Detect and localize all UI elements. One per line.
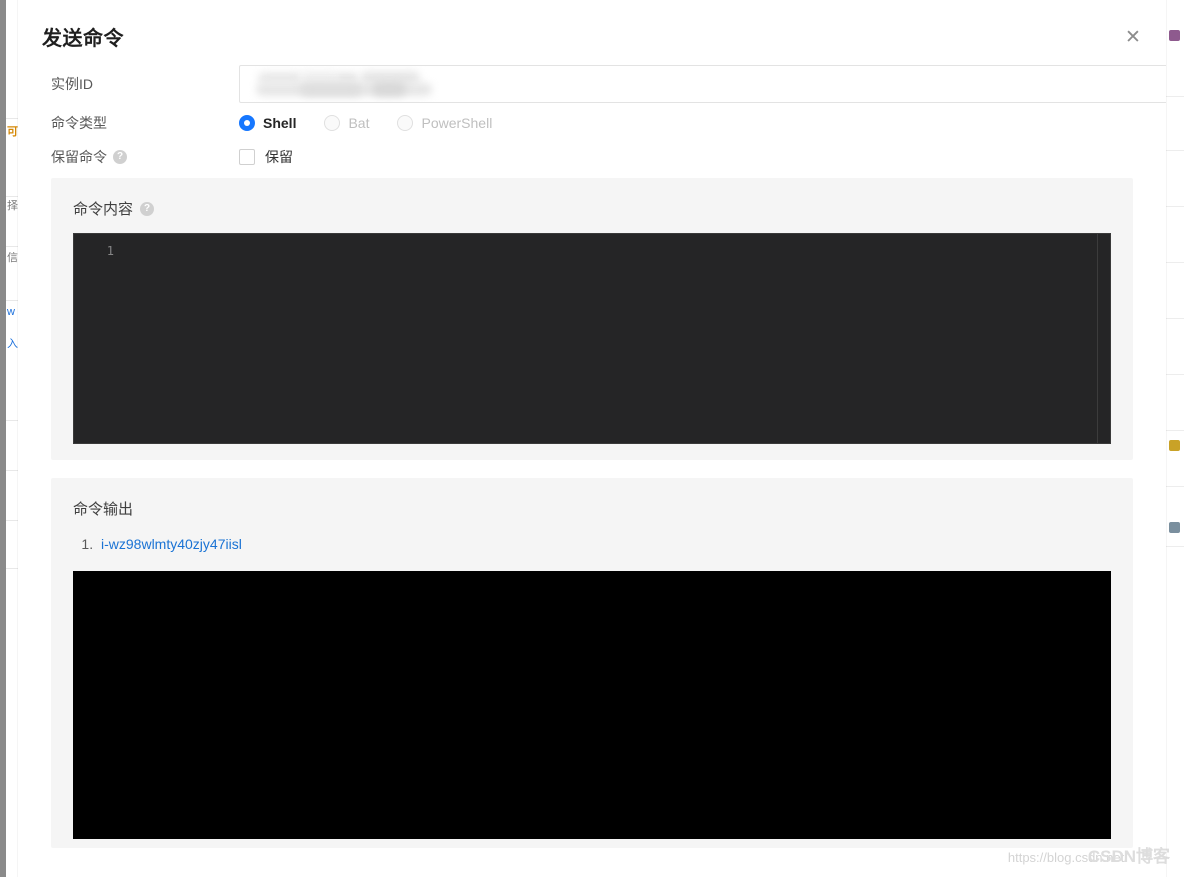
radio-shell[interactable]: Shell [239,115,296,131]
redacted-value [300,83,362,96]
background-page: 可 择 信 w 入 [0,0,18,877]
command-content-panel: 命令内容 ? 1 [51,178,1133,460]
instance-id-input[interactable] [239,65,1166,103]
retain-command-row: 保留命令 ? 保留 [51,140,1133,174]
radio-bat: Bat [324,115,369,131]
retain-command-label: 保留命令 [51,149,107,165]
retain-command-label-wrap: 保留命令 ? [51,147,239,167]
dialog-body: 实例ID 命令类型 Shell Bat PowerShell 保留命令 ? 保留… [18,62,1166,848]
question-mark-icon[interactable]: ? [140,201,155,216]
command-code-editor[interactable]: 1 [73,233,1111,444]
background-scrollbar[interactable] [0,0,6,877]
question-mark-icon[interactable]: ? [113,150,127,164]
command-content-title: 命令内容 [73,201,134,218]
page-title: 发送命令 [42,28,124,50]
retain-command-checkbox[interactable]: 保留 [239,147,1133,167]
radio-shell-label: Shell [263,115,297,131]
radio-dot-icon [324,115,341,131]
retain-command-checkbox-label: 保留 [265,149,293,165]
dialog-header: 发送命令 ✕ [18,0,1166,62]
command-output-title: 命令输出 [73,501,134,518]
editor-line-numbers: 1 [106,244,114,258]
command-type-radio-group: Shell Bat PowerShell [239,115,1133,131]
redacted-value [336,73,358,82]
radio-powershell: PowerShell [397,115,492,131]
close-icon[interactable]: ✕ [1118,22,1148,52]
terminal-output[interactable] [73,571,1111,839]
command-output-panel: 命令输出 i-wz98wlmty40zjy47iisl [51,478,1133,848]
instance-id-row: 实例ID [51,62,1166,106]
command-output-title-wrap: 命令输出 [73,498,1111,519]
list-item: i-wz98wlmty40zjy47iisl [97,533,1111,555]
radio-dot-icon [239,115,255,131]
radio-dot-icon [397,115,414,131]
redacted-value [372,82,406,96]
output-instance-link[interactable]: i-wz98wlmty40zjy47iisl [101,536,242,552]
command-type-row: 命令类型 Shell Bat PowerShell [51,106,1133,140]
instance-id-label: 实例ID [51,76,93,92]
radio-powershell-label: PowerShell [421,115,493,131]
send-command-dialog: 发送命令 ✕ 实例ID 命令类型 Shell Bat PowerShell 保留… [18,0,1166,877]
radio-bat-label: Bat [348,115,370,131]
editor-minimap-divider [1097,234,1098,443]
command-type-label: 命令类型 [51,115,107,131]
background-right-strip [1166,0,1184,877]
output-instance-list: i-wz98wlmty40zjy47iisl [73,533,1111,555]
checkbox-box-icon [239,149,255,165]
command-content-title-wrap: 命令内容 ? [73,198,1111,219]
